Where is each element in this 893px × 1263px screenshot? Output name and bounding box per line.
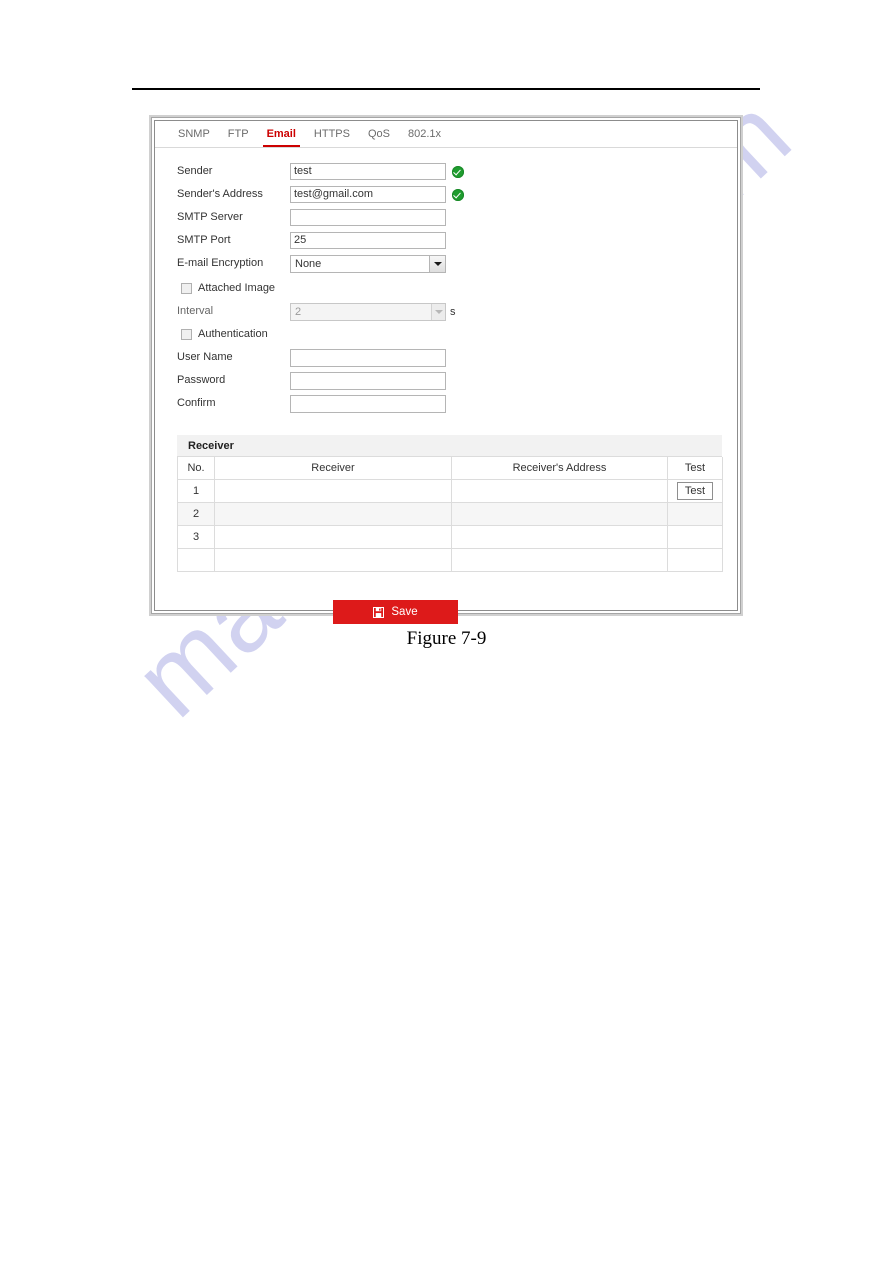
column-header-receiver: Receiver: [214, 457, 452, 480]
authentication-label: Authentication: [198, 328, 268, 340]
row-receiver-cell[interactable]: [214, 502, 452, 526]
user-name-input[interactable]: [290, 348, 446, 367]
sender-input[interactable]: [290, 163, 446, 180]
save-floppy-icon: [373, 606, 385, 618]
authentication-checkbox[interactable]: [181, 328, 192, 340]
table-row: [177, 548, 723, 572]
tab-snmp[interactable]: SNMP: [169, 121, 219, 147]
password-label: Password: [177, 374, 226, 386]
row-address-cell[interactable]: [451, 502, 668, 526]
email-form: Sender Sender's Address SMTP Server: [155, 148, 737, 624]
checkbox-row-attached-image[interactable]: Attached Image: [181, 278, 275, 298]
row-no: 2: [177, 502, 215, 526]
sender-label: Sender: [177, 165, 213, 177]
sender-address-valid-check-icon: [452, 188, 464, 201]
row-receiver-cell: [214, 548, 452, 572]
row-address-cell: [451, 548, 668, 572]
field-row-sender: Sender: [177, 160, 464, 183]
encryption-label: E-mail Encryption: [177, 257, 264, 269]
confirm-input[interactable]: [290, 394, 446, 413]
checkbox-row-authentication[interactable]: Authentication: [181, 324, 268, 344]
receiver-table-header-row: No. Receiver Receiver's Address Test: [177, 457, 723, 480]
row-test-cell: [667, 502, 723, 526]
sender-valid-check-icon: [452, 165, 464, 178]
field-row-password: Password: [177, 369, 446, 392]
confirm-label: Confirm: [177, 397, 216, 409]
field-row-sender-address: Sender's Address: [177, 183, 464, 206]
user-name-label: User Name: [177, 351, 233, 363]
row-test-cell: [667, 548, 723, 572]
tab-email[interactable]: Email: [258, 121, 305, 147]
sender-address-label: Sender's Address: [177, 188, 263, 200]
settings-tabbar: SNMP FTP Email HTTPS QoS 802.1x: [155, 121, 737, 148]
row-no: 3: [177, 525, 215, 549]
interval-unit-label: s: [450, 305, 456, 318]
row-receiver-cell[interactable]: [214, 525, 452, 549]
row-receiver-cell[interactable]: [214, 479, 452, 503]
receiver-table: No. Receiver Receiver's Address Test 1 T…: [177, 457, 723, 572]
field-row-interval: Interval 2 s: [177, 300, 456, 323]
figure-caption: Figure 7-9: [406, 628, 487, 649]
table-row: 2: [177, 502, 723, 526]
smtp-port-input[interactable]: [290, 232, 446, 249]
interval-label: Interval: [177, 305, 214, 317]
interval-stepper: 2: [290, 302, 446, 321]
tab-8021x[interactable]: 802.1x: [399, 121, 450, 147]
row-address-cell[interactable]: [451, 479, 668, 503]
smtp-port-label: SMTP Port: [177, 234, 231, 246]
smtp-server-label: SMTP Server: [177, 211, 243, 223]
encryption-select[interactable]: None: [290, 254, 446, 273]
row-test-cell: [667, 525, 723, 549]
receiver-section-header: Receiver: [177, 435, 722, 457]
smtp-server-input[interactable]: [290, 209, 446, 226]
column-header-receiver-address: Receiver's Address: [451, 457, 668, 480]
test-button[interactable]: Test: [676, 482, 714, 500]
tab-qos[interactable]: QoS: [359, 121, 399, 147]
attached-image-label: Attached Image: [198, 282, 276, 294]
email-settings-panel: SNMP FTP Email HTTPS QoS 802.1x Sender S…: [151, 117, 741, 624]
chevron-down-icon: [431, 303, 445, 320]
row-address-cell[interactable]: [451, 525, 668, 549]
receiver-section-title: Receiver: [188, 439, 234, 452]
tab-ftp[interactable]: FTP: [219, 121, 258, 147]
save-button[interactable]: Save: [333, 600, 458, 624]
field-row-confirm: Confirm: [177, 392, 446, 415]
table-row: 3: [177, 525, 723, 549]
field-row-smtp-port: SMTP Port: [177, 229, 446, 252]
field-row-smtp-server: SMTP Server: [177, 206, 446, 229]
document-page: SNMP FTP Email HTTPS QoS 802.1x Sender S…: [0, 0, 893, 1263]
password-input[interactable]: [290, 371, 446, 390]
column-header-no: No.: [177, 457, 215, 480]
interval-value: 2: [295, 305, 302, 318]
row-no: 1: [177, 479, 215, 503]
receiver-section: Receiver No. Receiver Receiver's Address…: [177, 435, 723, 572]
row-test-cell: Test: [667, 479, 723, 503]
encryption-selected-value: None: [295, 257, 322, 270]
tab-https[interactable]: HTTPS: [305, 121, 359, 147]
chevron-down-icon[interactable]: [429, 255, 445, 272]
column-header-test: Test: [667, 457, 723, 480]
sender-address-input[interactable]: [290, 186, 446, 203]
field-row-encryption: E-mail Encryption None: [177, 252, 446, 275]
panel-inner-frame: SNMP FTP Email HTTPS QoS 802.1x Sender S…: [154, 120, 738, 624]
save-button-label: Save: [391, 606, 418, 618]
page-header-rule: [132, 88, 760, 90]
attached-image-checkbox[interactable]: [181, 282, 192, 294]
table-row: 1 Test: [177, 479, 723, 503]
field-row-user-name: User Name: [177, 346, 446, 369]
row-no: [177, 548, 215, 572]
